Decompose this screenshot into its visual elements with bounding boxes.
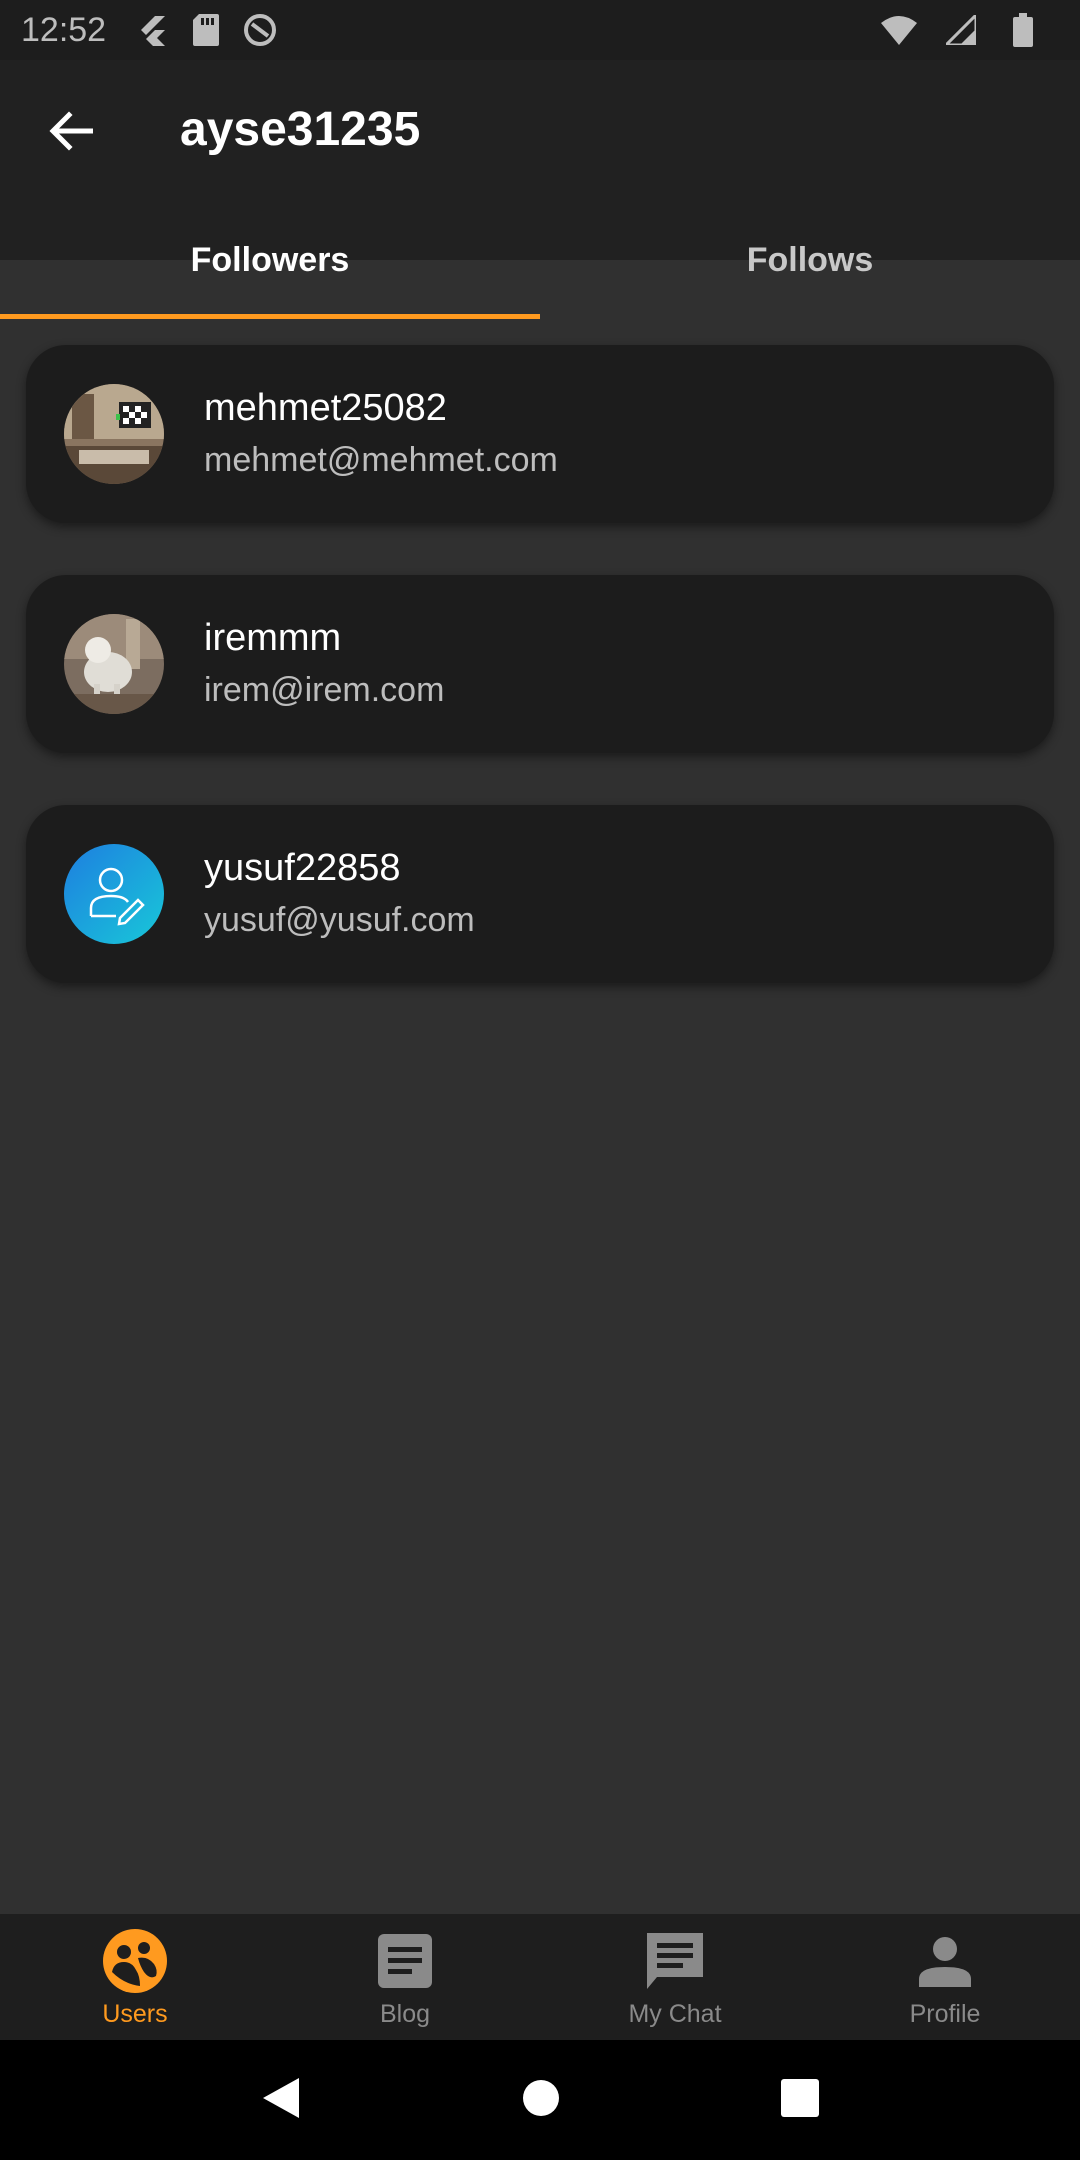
bottom-navigation: Users Blog My Chat Profile [0, 1914, 1080, 2040]
sync-icon [242, 12, 278, 48]
app-bar: ayse31235 Followers Follows [0, 60, 1080, 279]
nav-users[interactable]: Users [0, 1914, 270, 2040]
nav-blog[interactable]: Blog [270, 1914, 540, 2040]
avatar [64, 384, 164, 484]
avatar [64, 614, 164, 714]
nav-label: Blog [379, 2000, 431, 2028]
nav-profile[interactable]: Profile [810, 1914, 1080, 2040]
default-user-edit-icon [64, 844, 164, 944]
list-item[interactable]: iremmm irem@irem.com [26, 575, 1054, 753]
tab-bar: Followers Follows [0, 200, 1080, 320]
tab-follows[interactable]: Follows [540, 200, 1080, 320]
battery-icon [1005, 12, 1041, 48]
nav-label: Users [102, 2000, 168, 2028]
users-icon [100, 1926, 170, 1996]
back-button[interactable] [40, 100, 102, 162]
username: iremmm [204, 617, 342, 659]
system-recents-button[interactable] [781, 2078, 820, 2122]
list-item[interactable]: mehmet25082 mehmet@mehmet.com [26, 345, 1054, 523]
chat-icon [640, 1926, 710, 1996]
arrow-back-icon [49, 111, 93, 151]
nav-my-chat[interactable]: My Chat [540, 1914, 810, 2040]
blog-icon [370, 1926, 440, 1996]
system-navigation-bar [0, 2040, 1080, 2160]
flutter-icon [134, 12, 170, 48]
user-email: irem@irem.com [204, 671, 445, 709]
user-email: mehmet@mehmet.com [204, 441, 558, 479]
nav-label: Profile [909, 2000, 981, 2028]
status-bar: 12:52 [0, 0, 1080, 60]
sd-card-icon [188, 12, 224, 48]
signal-icon [943, 12, 979, 48]
system-home-button[interactable] [522, 2079, 560, 2122]
nav-label: My Chat [628, 2000, 722, 2028]
list-item[interactable]: yusuf22858 yusuf@yusuf.com [26, 805, 1054, 983]
username: yusuf22858 [204, 847, 401, 889]
user-email: yusuf@yusuf.com [204, 901, 475, 939]
profile-icon [910, 1926, 980, 1996]
system-back-button[interactable] [261, 2076, 301, 2125]
wifi-icon [881, 12, 917, 48]
page-title: ayse31235 [180, 103, 421, 156]
username: mehmet25082 [204, 387, 447, 429]
status-time: 12:52 [21, 10, 107, 49]
tab-followers[interactable]: Followers [0, 200, 540, 320]
tab-indicator [0, 314, 540, 319]
